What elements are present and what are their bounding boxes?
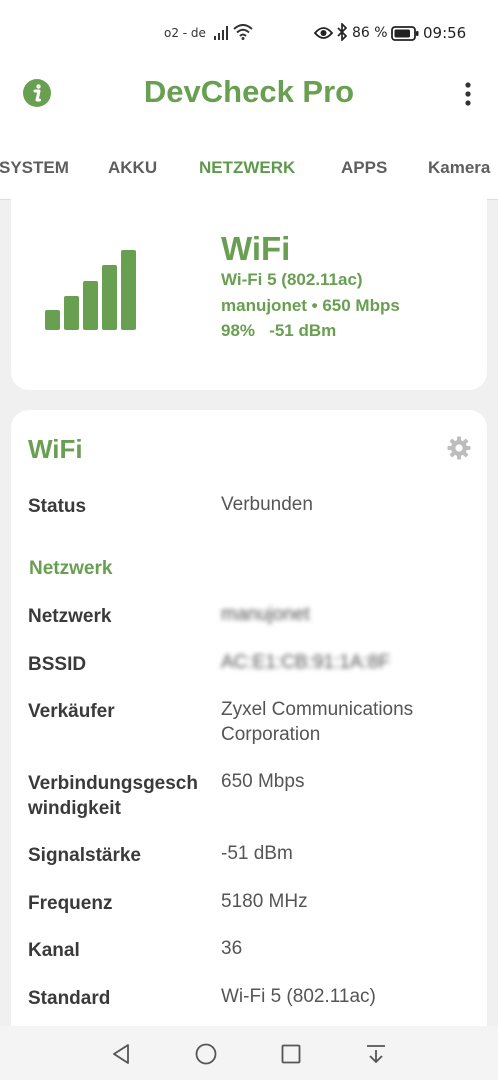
summary-signal: 98% -51 dBm [221,321,337,340]
battery-percent: 86 % [352,25,388,41]
summary-standard: Wi-Fi 5 (802.11ac) [221,270,363,289]
row-vendor-value: Zyxel Communications Corporation [221,699,414,745]
row-frequency-label: Frequenz [28,893,113,914]
carrier-label: o2 - de [164,26,206,40]
row-signal-label: Signalstärke [28,845,141,866]
app-title: DevCheck Pro [143,74,355,109]
home-icon[interactable] [194,1042,218,1066]
row-link-speed-label: Verbindungsgeschwindigkeit [28,773,198,819]
wifi-icon [233,24,253,40]
system-nav-bar [0,1026,498,1080]
row-bssid-value: AC:E1:CB:91:1A:8F [221,652,390,673]
row-bssid-label: BSSID [28,654,87,675]
tab-netzwerk[interactable]: NETZWERK [199,158,295,178]
summary-title: WiFi [221,230,291,267]
clock: 09:56 [423,24,467,42]
row-standard-value: Wi-Fi 5 (802.11ac) [221,986,376,1007]
bluetooth-icon [337,23,348,41]
tab-akku[interactable]: AKKU [108,158,157,178]
notification-pull-icon[interactable] [364,1042,388,1066]
app-bar: DevCheck Pro [0,64,498,128]
recents-icon[interactable] [279,1042,303,1066]
row-standard-label: Standard [28,988,111,1009]
back-icon[interactable] [109,1042,133,1066]
status-bar: o2 - de 86 % 09:56 [0,0,498,64]
tab-kamera[interactable]: Kamera [428,158,490,178]
gear-icon[interactable] [447,436,471,460]
row-vendor-label: Verkäufer [28,701,115,722]
section-netzwerk: Netzwerk [29,558,113,579]
tab-system[interactable]: SYSTEM [0,158,69,178]
wifi-summary-card[interactable]: WiFi Wi-Fi 5 (802.11ac) manujonet • 650 … [11,186,487,390]
summary-ssid-speed: manujonet • 650 Mbps [221,296,400,315]
row-signal-value: -51 dBm [221,843,293,864]
battery-icon [391,26,419,41]
details-title: WiFi [28,434,83,464]
wifi-signal-bars-icon [45,250,136,330]
eye-icon [314,27,333,39]
status-label: Status [28,496,87,517]
more-vert-icon[interactable] [458,80,478,108]
row-netzwerk-value: manujonet [221,604,310,625]
row-link-speed-value: 650 Mbps [221,771,305,792]
signal-icon [214,26,228,40]
wifi-details-card: WiFi Status Verbunden Netzwerk Netzwerk … [11,410,487,1050]
row-frequency-value: 5180 MHz [221,891,308,912]
tab-apps[interactable]: APPS [341,158,387,178]
row-channel-value: 36 [221,938,243,959]
status-value: Verbunden [221,494,313,515]
row-channel-label: Kanal [28,940,80,961]
row-netzwerk-label: Netzwerk [28,606,112,627]
